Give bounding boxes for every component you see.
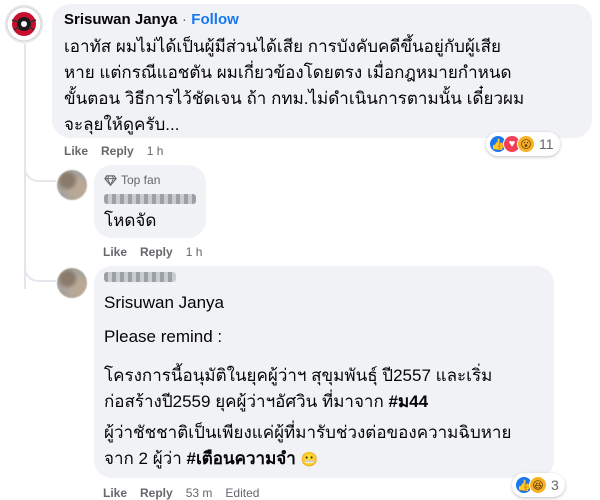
- comment-actions: Like Reply 1 h: [64, 144, 163, 158]
- comment-bubble: Srisuwan Janya · Follow เอาทัส ผมไม่ได้เ…: [52, 4, 592, 138]
- reply-line: ก่อสร้างปี2559 ยุคผู้ว่าฯอัศวิน ที่มาจาก…: [104, 389, 549, 415]
- reply-line: ผู้ว่าชัชชาติเป็นเพียงแค่ผู้ที่มารับช่วง…: [104, 423, 512, 442]
- reply-text: โหดจัด: [104, 211, 157, 230]
- top-fan-badge: Top fan: [121, 173, 161, 187]
- separator-dot: ·: [181, 11, 187, 28]
- comment-author[interactable]: Srisuwan Janya: [64, 11, 177, 28]
- avatar[interactable]: [5, 5, 43, 43]
- reply-line-text: ก่อสร้างปี2559 ยุคผู้ว่าฯอัศวิน ที่มาจาก: [104, 392, 389, 411]
- thread-branch-2: [24, 250, 56, 282]
- reaction-summary[interactable]: 👍 😆 3: [512, 473, 565, 497]
- timestamp[interactable]: 1 h: [186, 245, 203, 259]
- timestamp[interactable]: 53 m: [186, 486, 213, 500]
- avatar[interactable]: [57, 268, 87, 298]
- haha-icon: 😆: [529, 476, 547, 494]
- reply-line: โครงการนี้อนุมัติในยุคผู้ว่าฯ สุขุมพันธุ…: [104, 366, 493, 385]
- comment-text: เอาทัส ผมไม่ได้เป็นผู้มีส่วนได้เสีย การบ…: [64, 34, 592, 138]
- hashtag-link[interactable]: #ม44: [389, 392, 429, 411]
- reply-paragraph: ผู้ว่าชัชชาติเป็นเพียงแค่ผู้ที่มารับช่วง…: [104, 420, 549, 472]
- reply-button[interactable]: Reply: [101, 144, 134, 158]
- blurred-author-name: [104, 194, 196, 204]
- diamond-icon: [104, 174, 117, 186]
- reaction-count: 11: [539, 136, 554, 152]
- reply-paragraph: โครงการนี้อนุมัติในยุคผู้ว่าฯ สุขุมพันธุ…: [104, 363, 549, 415]
- comment-line: เอาทัส ผมไม่ได้เป็นผู้มีส่วนได้เสีย การบ…: [64, 37, 502, 56]
- grimace-emoji-icon: 😬: [300, 451, 318, 467]
- reply-bubble: Top fan โหดจัด: [94, 165, 206, 238]
- reply-button[interactable]: Reply: [140, 486, 173, 500]
- reply-actions: Like Reply 1 h: [103, 245, 202, 259]
- reply-line: จาก 2 ผู้ว่า #เตือนความจำ 😬: [104, 446, 549, 472]
- mention-text[interactable]: Srisuwan Janya: [104, 290, 224, 316]
- comment-line: ขั้นตอน วิธีการไว้ชัดเจน ถ้า กทม.ไม่ดำเน…: [64, 89, 525, 108]
- reaction-summary[interactable]: 👍 ♥ 😮 11: [486, 132, 560, 156]
- wow-icon: 😮: [517, 135, 535, 153]
- follow-button[interactable]: Follow: [191, 11, 239, 28]
- blurred-author-name: [104, 272, 176, 282]
- like-button[interactable]: Like: [103, 245, 127, 259]
- edited-label: Edited: [225, 486, 260, 500]
- reaction-count: 3: [551, 477, 559, 493]
- like-button[interactable]: Like: [64, 144, 88, 158]
- like-button[interactable]: Like: [103, 486, 127, 500]
- comment-line: หาย แต่กรณีแอชตัน ผมเกี่ยวข้องโดยตรง เมื…: [64, 63, 512, 82]
- hashtag-link[interactable]: #เตือนความจำ: [186, 449, 295, 468]
- reply-bubble: Srisuwan Janya Please remind : โครงการนี…: [94, 266, 554, 478]
- reply-button[interactable]: Reply: [140, 245, 173, 259]
- avatar-logo-icon: [6, 6, 42, 42]
- thread-branch-1: [24, 150, 56, 182]
- reply-actions: Like Reply 53 m Edited: [103, 486, 259, 500]
- avatar[interactable]: [57, 170, 87, 200]
- reply-line: Please remind :: [104, 327, 223, 346]
- timestamp[interactable]: 1 h: [147, 144, 164, 158]
- reply-line-text: จาก 2 ผู้ว่า: [104, 449, 187, 468]
